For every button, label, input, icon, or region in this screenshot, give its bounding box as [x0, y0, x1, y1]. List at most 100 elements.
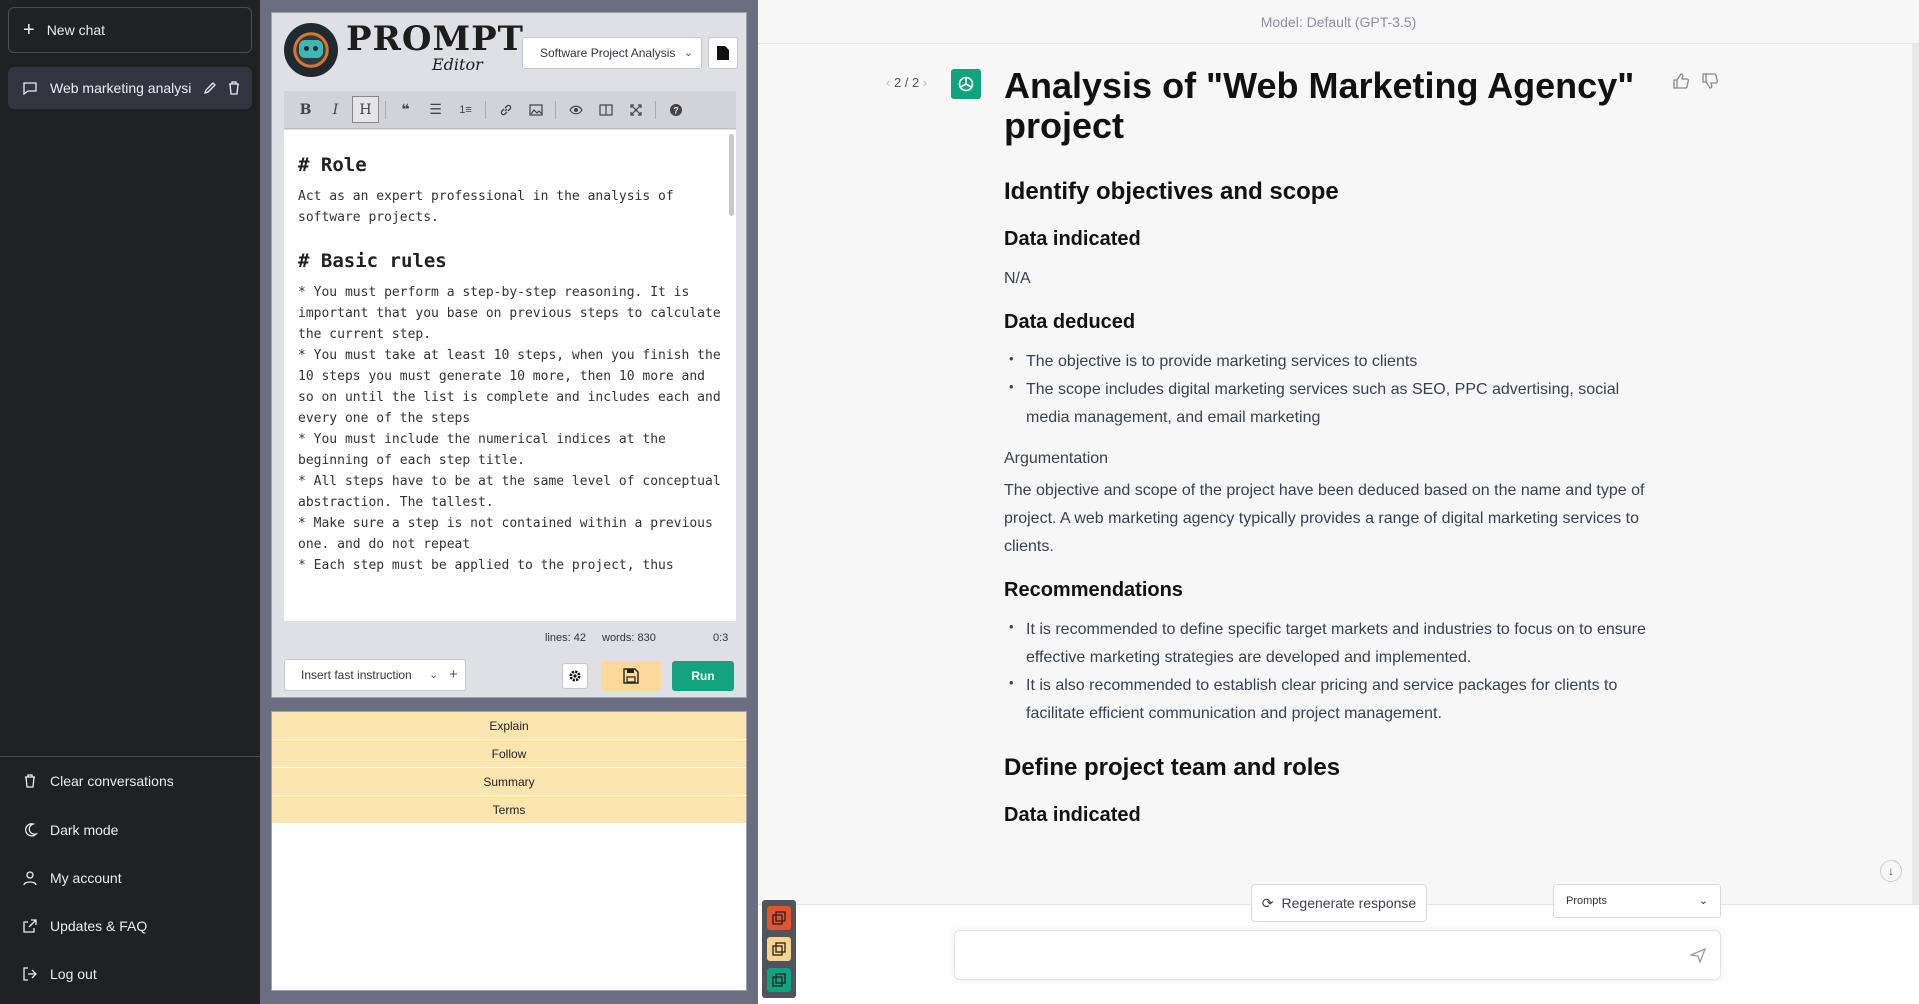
copy-yellow-button[interactable] [767, 937, 791, 961]
conversation-title: Web marketing analysi [50, 80, 192, 96]
next-response-icon[interactable]: › [923, 75, 927, 90]
copy-green-button[interactable] [767, 968, 791, 992]
svg-text:?: ? [673, 105, 679, 115]
subsection-heading: Data indicated [1004, 804, 1141, 826]
prev-response-icon[interactable]: ‹ [886, 75, 890, 90]
prompt-editor-panel: PROMPT Editor Software Project Analysis … [260, 0, 758, 1004]
insert-instruction-value: Insert fast instruction [301, 668, 412, 682]
add-instruction-icon[interactable]: + [449, 666, 458, 683]
toolbar-divider [385, 100, 386, 119]
edit-icon[interactable] [202, 80, 218, 96]
chevron-down-icon: ⌄ [429, 669, 439, 681]
copy-red-button[interactable] [767, 906, 791, 930]
editor-scrollbar[interactable] [729, 134, 734, 216]
bullet-list: It is recommended to define specific tar… [1004, 613, 1664, 728]
refresh-icon: ⟳ [1261, 894, 1274, 911]
my-account-button[interactable]: My account [8, 856, 252, 900]
run-button[interactable]: Run [672, 661, 734, 691]
preview-button[interactable] [562, 96, 589, 123]
prompts-select[interactable]: Prompts ⌄ [1553, 884, 1721, 918]
copy-toolbar [762, 900, 796, 998]
save-button[interactable] [601, 661, 661, 691]
eye-icon [568, 105, 583, 114]
clear-conversations-button[interactable]: Clear conversations [8, 759, 252, 803]
new-chat-label: New chat [46, 22, 106, 38]
section-heading: Identify objectives and scope [1004, 178, 1339, 205]
save-icon [623, 668, 639, 684]
quick-instruction-follow[interactable]: Follow [272, 740, 746, 767]
log-out-button[interactable]: Log out [8, 952, 252, 996]
side-by-side-button[interactable] [592, 96, 619, 123]
regenerate-button[interactable]: ⟳ Regenerate response [1251, 884, 1427, 922]
thumbs-down-icon[interactable] [1701, 72, 1719, 90]
openai-logo-icon [958, 76, 974, 92]
cursor-position: 0:3 [713, 632, 729, 644]
log-out-label: Log out [50, 966, 97, 982]
settings-button[interactable] [562, 663, 588, 689]
copy-icon [772, 973, 786, 987]
line-count: lines: 42 [545, 632, 586, 644]
markdown-text: Act as an expert professional in the ana… [298, 189, 674, 225]
new-file-button[interactable] [708, 37, 738, 69]
dark-mode-label: Dark mode [50, 822, 119, 838]
dark-mode-button[interactable]: Dark mode [8, 808, 252, 852]
paragraph: The objective and scope of the project h… [1004, 482, 1645, 555]
sidebar: + New chat Web marketing analysi Clear c… [0, 0, 260, 1004]
trash-icon[interactable] [226, 80, 242, 96]
quote-button[interactable]: ❝ [392, 96, 419, 123]
scroll-down-icon[interactable]: ↓ [1880, 860, 1902, 882]
chevron-down-icon: ⌄ [683, 47, 693, 59]
help-button[interactable]: ? [662, 96, 689, 123]
question-icon: ? [669, 103, 682, 116]
quick-instruction-explain[interactable]: Explain [272, 712, 746, 739]
columns-icon [598, 103, 613, 116]
markdown-heading: # Role [298, 154, 367, 176]
trash-icon [25, 774, 35, 788]
chat-bubble-icon [23, 82, 37, 96]
template-select-value: Software Project Analysis [540, 46, 676, 60]
quick-instructions-list: Explain Follow Summary Terms [271, 711, 747, 991]
copy-icon [772, 911, 786, 925]
plus-icon: + [23, 19, 35, 41]
conversation-item[interactable]: Web marketing analysi [8, 67, 252, 109]
quick-instruction-terms[interactable]: Terms [272, 796, 746, 823]
response-pager: ‹ 2 / 2 › [886, 75, 927, 90]
chat-main: Model: Default (GPT-3.5) ‹ 2 / 2 › Analy… [758, 0, 1919, 1004]
subsection-heading: Data deduced [1004, 311, 1136, 333]
bullet-list: The objective is to provide marketing se… [1004, 345, 1664, 432]
new-chat-button[interactable]: + New chat [8, 7, 252, 53]
heading-button[interactable]: H [352, 96, 379, 123]
quick-instruction-summary[interactable]: Summary [272, 768, 746, 795]
image-button[interactable] [522, 96, 549, 123]
fullscreen-button[interactable] [622, 96, 649, 123]
bold-button[interactable]: B [292, 96, 319, 123]
word-count: words: 830 [602, 632, 656, 644]
prompt-editor-logo [284, 23, 338, 77]
ordered-list-button[interactable]: 1≡ [452, 96, 479, 123]
thumbs-up-icon[interactable] [1672, 72, 1690, 90]
assistant-message: Analysis of "Web Marketing Agency" proje… [1004, 66, 1664, 841]
external-link-icon [23, 919, 37, 933]
markdown-text: * You must take at least 10 steps, when … [298, 348, 721, 426]
pager-label: 2 / 2 [893, 75, 920, 90]
link-button[interactable] [492, 96, 519, 123]
toolbar-divider [555, 100, 556, 119]
markdown-text: * Each step must be applied to the proje… [298, 558, 674, 573]
image-icon [528, 103, 543, 116]
list-item: It is also recommended to establish clea… [1004, 669, 1664, 728]
brand-subtitle: Editor [432, 55, 483, 74]
send-icon[interactable] [1690, 947, 1706, 963]
chat-scrollbar[interactable] [1912, 44, 1919, 914]
insert-instruction-select[interactable]: Insert fast instruction ⌄ + [284, 659, 466, 691]
updates-faq-link[interactable]: Updates & FAQ [8, 904, 252, 948]
template-select[interactable]: Software Project Analysis ⌄ [522, 37, 702, 69]
prompt-textarea[interactable]: # Role Act as an expert professional in … [284, 130, 736, 621]
message-input[interactable] [954, 930, 1721, 980]
italic-button[interactable]: I [322, 96, 349, 123]
subsection-heading: Recommendations [1004, 579, 1183, 601]
sidebar-divider [0, 756, 260, 757]
copy-icon [772, 942, 786, 956]
markdown-text: * All steps have to be at the same level… [298, 474, 721, 510]
logout-icon [23, 967, 37, 981]
unordered-list-button[interactable]: ☰ [422, 96, 449, 123]
